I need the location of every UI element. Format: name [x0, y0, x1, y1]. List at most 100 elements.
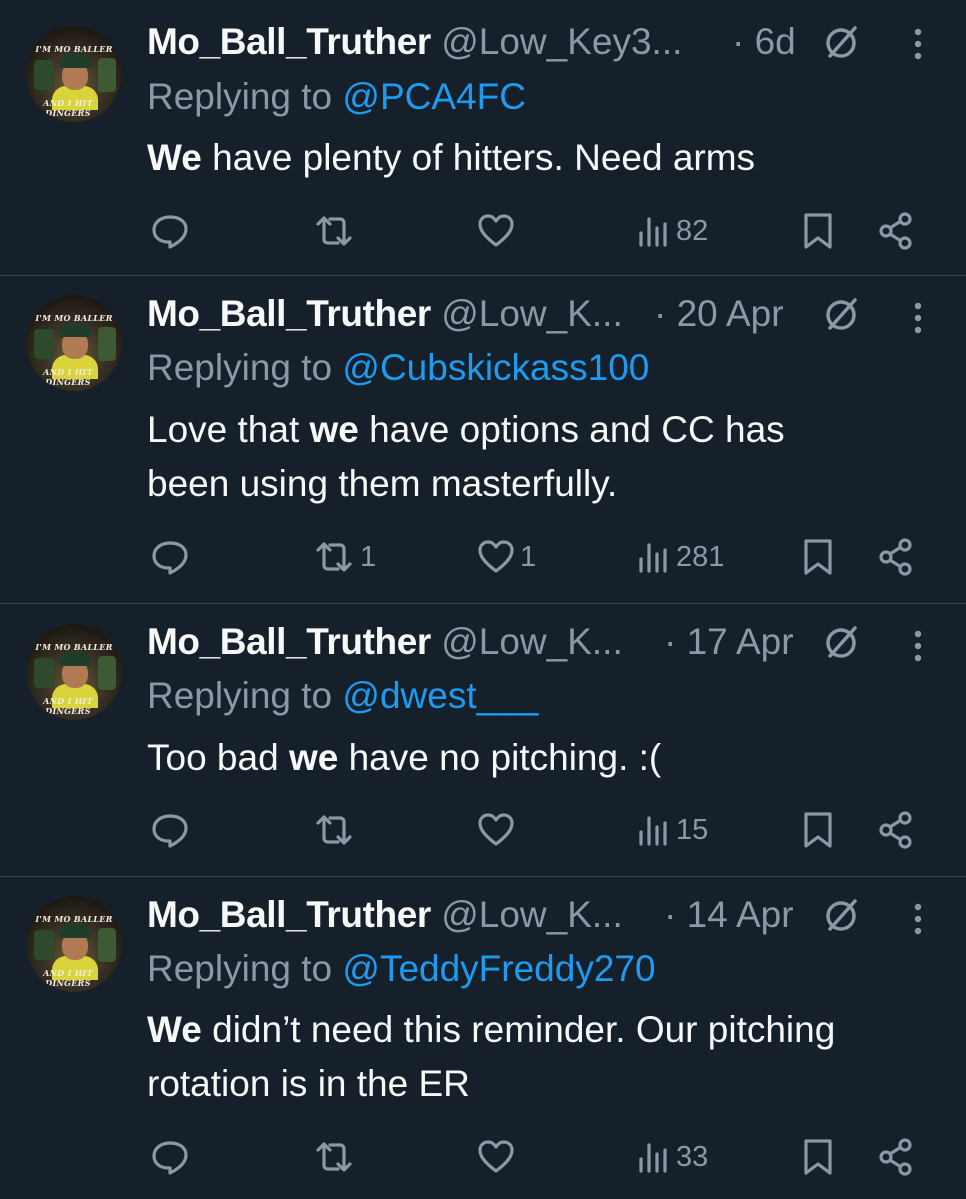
tweet[interactable]: I'M MO BALLER AND I HIT DINGERS Mo_Ball_…: [0, 0, 966, 276]
view-count: 15: [676, 813, 709, 846]
replying-label: Replying to: [147, 347, 333, 388]
replying-to: Replying to @dwest___: [147, 674, 538, 718]
share-icon[interactable]: [877, 1137, 915, 1177]
retweet-icon: [316, 1142, 352, 1172]
text-bold: we: [309, 409, 359, 450]
user-handle[interactable]: @Low_K...: [441, 894, 623, 935]
share-icon[interactable]: [877, 537, 915, 577]
user-handle[interactable]: @Low_K...: [441, 621, 623, 662]
views-icon: [639, 1143, 667, 1173]
timestamp[interactable]: · 17 Apr: [664, 620, 794, 664]
heart-icon: [478, 813, 514, 846]
tweet-text: We didn’t need this reminder. Our pitchi…: [147, 1003, 947, 1111]
text-bold: we: [288, 737, 339, 778]
reply-icon: [152, 814, 188, 848]
text-bold: We: [147, 137, 202, 178]
heart-icon: [478, 1140, 514, 1173]
reply-target-link[interactable]: @Cubskickass100: [342, 347, 649, 388]
avatar[interactable]: I'M MO BALLER AND I HIT DINGERS: [26, 26, 122, 122]
avatar[interactable]: I'M MO BALLER AND I HIT DINGERS: [26, 295, 122, 391]
more-icon[interactable]: [903, 24, 933, 64]
views-button[interactable]: 281: [636, 537, 724, 577]
replying-to: Replying to @PCA4FC: [147, 75, 526, 119]
bookmark-icon[interactable]: [800, 537, 836, 577]
reply-icon: [152, 215, 188, 249]
display-name[interactable]: Mo_Ball_Truther: [147, 621, 431, 662]
like-button[interactable]: [476, 1137, 520, 1177]
retweet-icon: [316, 815, 352, 845]
view-count: 281: [676, 540, 725, 573]
reply-target-link[interactable]: @TeddyFreddy270: [342, 948, 655, 989]
replying-label: Replying to: [147, 76, 333, 117]
retweet-count: 1: [360, 540, 377, 573]
like-button[interactable]: [476, 810, 520, 850]
like-button[interactable]: [476, 211, 520, 251]
views-icon: [639, 217, 667, 247]
retweet-button[interactable]: [312, 810, 360, 850]
reply-button[interactable]: [150, 211, 194, 251]
tweet-header: Mo_Ball_Truther @Low_K...: [147, 292, 623, 336]
text-line2: been using them masterfully.: [147, 463, 618, 504]
tweet-text: Love that we have options and CC has been…: [147, 403, 947, 511]
bookmark-icon[interactable]: [800, 810, 836, 850]
grok-icon[interactable]: [822, 294, 862, 334]
tweet-header: Mo_Ball_Truther @Low_Key3...: [147, 20, 682, 64]
retweet-button[interactable]: 1: [312, 537, 376, 577]
retweet-icon: [316, 216, 352, 246]
text-rest: have no pitching. :(: [338, 737, 662, 778]
reply-target-link[interactable]: @PCA4FC: [342, 76, 526, 117]
bookmark-icon[interactable]: [800, 1137, 836, 1177]
views-button[interactable]: 15: [636, 810, 708, 850]
text-pre: Love that: [147, 409, 310, 450]
retweet-icon: [316, 542, 352, 572]
user-handle[interactable]: @Low_K...: [441, 293, 623, 334]
grok-icon[interactable]: [822, 22, 862, 62]
views-button[interactable]: 33: [636, 1137, 708, 1177]
view-count: 82: [676, 214, 709, 247]
bookmark-icon[interactable]: [800, 211, 836, 251]
reply-button[interactable]: [150, 537, 194, 577]
user-handle[interactable]: @Low_Key3...: [441, 21, 682, 62]
timestamp[interactable]: · 14 Apr: [664, 893, 794, 937]
avatar[interactable]: I'M MO BALLER AND I HIT DINGERS: [26, 624, 122, 720]
avatar-top-text: I'M MO BALLER: [35, 914, 113, 924]
views-button[interactable]: 82: [636, 211, 708, 251]
retweet-button[interactable]: [312, 211, 360, 251]
timestamp[interactable]: · 6d: [732, 20, 796, 64]
avatar-bottom-text: AND I HIT DINGERS: [43, 367, 93, 387]
tweet[interactable]: I'M MO BALLER AND I HIT DINGERS Mo_Ball_…: [0, 276, 966, 604]
reply-target-link[interactable]: @dwest___: [342, 675, 538, 716]
heart-icon: [478, 540, 514, 573]
more-icon[interactable]: [903, 626, 933, 666]
display-name[interactable]: Mo_Ball_Truther: [147, 894, 431, 935]
share-icon[interactable]: [877, 810, 915, 850]
display-name[interactable]: Mo_Ball_Truther: [147, 293, 431, 334]
tweet[interactable]: I'M MO BALLER AND I HIT DINGERS Mo_Ball_…: [0, 604, 966, 877]
avatar[interactable]: I'M MO BALLER AND I HIT DINGERS: [26, 896, 122, 992]
replying-to: Replying to @TeddyFreddy270: [147, 947, 656, 991]
reply-button[interactable]: [150, 810, 194, 850]
text-pre: Too bad: [147, 737, 289, 778]
avatar-top-text: I'M MO BALLER: [35, 44, 113, 54]
reply-icon: [152, 1141, 188, 1175]
retweet-button[interactable]: [312, 1137, 360, 1177]
text-rest: have options and CC has: [358, 409, 785, 450]
avatar-bottom-text: AND I HIT DINGERS: [43, 98, 93, 118]
grok-icon[interactable]: [822, 622, 862, 662]
display-name[interactable]: Mo_Ball_Truther: [147, 21, 431, 62]
reply-icon: [152, 541, 188, 575]
more-icon[interactable]: [903, 298, 933, 338]
tweet-feed: I'M MO BALLER AND I HIT DINGERS Mo_Ball_…: [0, 0, 966, 1199]
timestamp[interactable]: · 20 Apr: [654, 292, 784, 336]
view-count: 33: [676, 1140, 709, 1173]
share-icon[interactable]: [877, 211, 915, 251]
tweet[interactable]: I'M MO BALLER AND I HIT DINGERS Mo_Ball_…: [0, 877, 966, 1199]
tweet-text: Too bad we have no pitching. :(: [147, 731, 947, 785]
replying-label: Replying to: [147, 948, 333, 989]
like-button[interactable]: 1: [476, 537, 536, 577]
avatar-top-text: I'M MO BALLER: [35, 642, 113, 652]
reply-button[interactable]: [150, 1137, 194, 1177]
more-icon[interactable]: [903, 899, 933, 939]
text-rest: have plenty of hitters. Need arms: [201, 137, 756, 178]
grok-icon[interactable]: [822, 895, 862, 935]
